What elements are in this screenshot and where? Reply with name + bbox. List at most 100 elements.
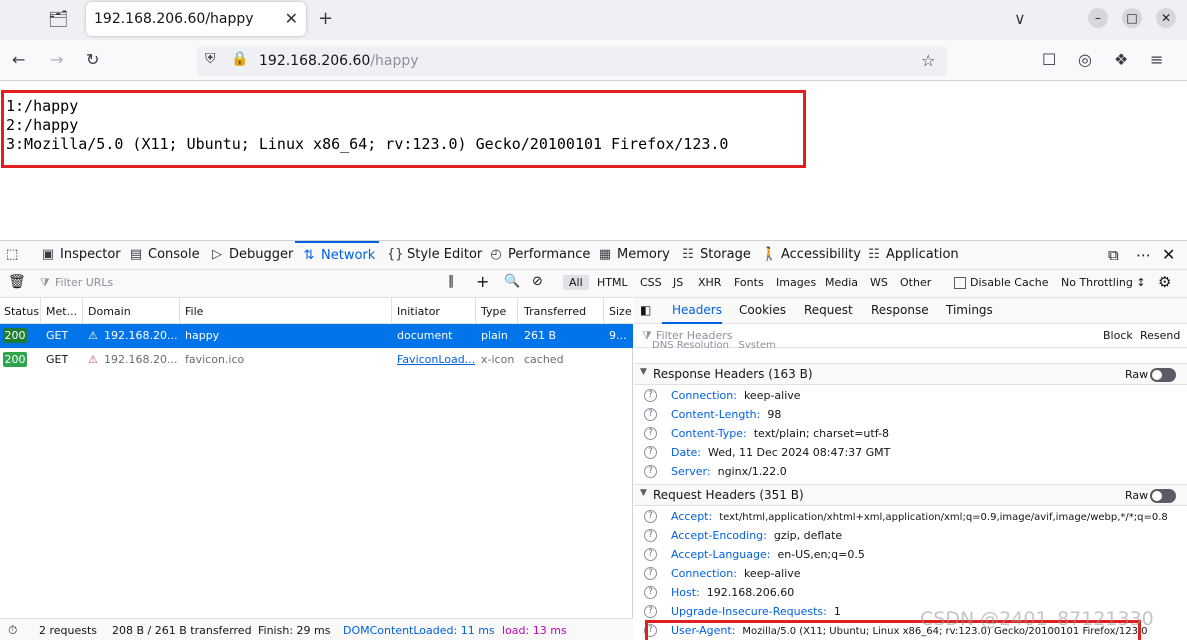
help-icon[interactable]: ? bbox=[644, 548, 657, 561]
filter-urls-input[interactable]: Filter URLs bbox=[55, 276, 113, 289]
url-text[interactable]: 192.168.206.60/happy bbox=[259, 53, 419, 69]
add-request-icon[interactable]: + bbox=[476, 272, 489, 291]
block-icon[interactable]: ⊘ bbox=[532, 274, 543, 289]
type-filter-media[interactable]: Media bbox=[825, 276, 858, 289]
raw-toggle[interactable] bbox=[1150, 489, 1176, 503]
help-icon[interactable]: ? bbox=[644, 586, 657, 599]
forward-icon[interactable]: → bbox=[50, 50, 63, 69]
chevron-down-icon[interactable]: ∨ bbox=[1014, 9, 1026, 28]
tab-headers[interactable]: Headers bbox=[672, 303, 722, 317]
tab-list-icon[interactable]: 🗂 bbox=[48, 9, 68, 28]
tab-memory[interactable]: ▦ Memory bbox=[597, 241, 670, 270]
column-status[interactable]: Status bbox=[4, 305, 39, 318]
request-initiator-link[interactable]: FaviconLoad... bbox=[397, 353, 475, 366]
help-icon[interactable]: ? bbox=[644, 389, 657, 402]
tab-request[interactable]: Request bbox=[804, 303, 853, 317]
stopwatch-icon[interactable]: ⏱ bbox=[8, 623, 17, 638]
column-transferred[interactable]: Transferred bbox=[524, 305, 586, 318]
menu-icon[interactable]: ≡ bbox=[1150, 50, 1163, 69]
column-method[interactable]: Met... bbox=[46, 305, 77, 318]
type-filter-html[interactable]: HTML bbox=[597, 276, 628, 289]
request-headers-section[interactable]: ▼ Request Headers (351 B) Raw bbox=[634, 484, 1187, 506]
close-tab-icon[interactable]: ✕ bbox=[285, 9, 298, 28]
pick-element-icon[interactable]: ⬚ bbox=[6, 241, 18, 270]
search-icon[interactable]: 🔍 bbox=[504, 274, 520, 289]
column-file[interactable]: File bbox=[185, 305, 203, 318]
account-icon[interactable]: ◎ bbox=[1078, 50, 1092, 69]
column-divider[interactable] bbox=[603, 298, 604, 324]
header-row[interactable]: ? Accept: text/html,application/xhtml+xml… bbox=[634, 508, 1187, 527]
column-size[interactable]: Size bbox=[609, 305, 632, 318]
response-headers-section[interactable]: ▼ Response Headers (163 B) Raw bbox=[634, 363, 1187, 385]
type-filter-js[interactable]: JS bbox=[673, 276, 683, 289]
tab-timings[interactable]: Timings bbox=[946, 303, 993, 317]
column-domain[interactable]: Domain bbox=[88, 305, 131, 318]
back-icon[interactable]: ← bbox=[12, 50, 25, 69]
request-row[interactable]: 200 GET ⚠ 192.168.20... happy document p… bbox=[0, 324, 633, 348]
insecure-lock-icon[interactable]: 🔒 bbox=[231, 51, 248, 67]
type-filter-images[interactable]: Images bbox=[776, 276, 816, 289]
header-row[interactable]: ? Host: 192.168.206.60 bbox=[634, 584, 1187, 603]
header-row[interactable]: ? Connection: keep-alive bbox=[634, 387, 1187, 406]
type-filter-all[interactable]: All bbox=[563, 275, 589, 290]
column-divider[interactable] bbox=[179, 298, 180, 324]
column-divider[interactable] bbox=[40, 298, 41, 324]
close-devtools-icon[interactable]: ✕ bbox=[1162, 241, 1175, 270]
tab-performance[interactable]: ◴ Performance bbox=[488, 241, 590, 270]
type-filter-other[interactable]: Other bbox=[900, 276, 931, 289]
header-row[interactable]: ? Date: Wed, 11 Dec 2024 08:47:37 GMT bbox=[634, 444, 1187, 463]
minimize-icon[interactable]: – bbox=[1088, 8, 1108, 28]
help-icon[interactable]: ? bbox=[644, 567, 657, 580]
tab-storage[interactable]: ☷ Storage bbox=[680, 241, 751, 270]
settings-gear-icon[interactable]: ⚙ bbox=[1158, 273, 1171, 291]
type-filter-fonts[interactable]: Fonts bbox=[734, 276, 764, 289]
new-tab-icon[interactable]: + bbox=[318, 8, 333, 29]
throttling-select[interactable]: No Throttling ↕ bbox=[1061, 276, 1146, 289]
help-icon[interactable]: ? bbox=[644, 605, 657, 618]
header-row[interactable]: ? Content-Length: 98 bbox=[634, 406, 1187, 425]
help-icon[interactable]: ? bbox=[644, 465, 657, 478]
help-icon[interactable]: ? bbox=[644, 427, 657, 440]
help-icon[interactable]: ? bbox=[644, 529, 657, 542]
type-filter-ws[interactable]: WS bbox=[870, 276, 888, 289]
more-options-icon[interactable]: ⋯ bbox=[1136, 241, 1151, 270]
disable-cache-checkbox[interactable] bbox=[954, 277, 966, 289]
bookmark-star-icon[interactable]: ☆ bbox=[921, 51, 935, 70]
tab-accessibility[interactable]: 🚶 Accessibility bbox=[761, 241, 861, 270]
help-icon[interactable]: ? bbox=[644, 446, 657, 459]
reload-icon[interactable]: ↻ bbox=[86, 50, 99, 69]
help-icon[interactable]: ? bbox=[644, 510, 657, 523]
raw-toggle[interactable] bbox=[1150, 368, 1176, 382]
tab-inspector[interactable]: ▣ Inspector bbox=[40, 241, 121, 270]
column-divider[interactable] bbox=[475, 298, 476, 324]
tab-console[interactable]: ▤ Console bbox=[128, 241, 200, 270]
collapse-icon[interactable]: ▼ bbox=[640, 367, 647, 377]
dock-icon[interactable]: ⧉ bbox=[1108, 241, 1119, 270]
column-type[interactable]: Type bbox=[481, 305, 506, 318]
tab-network[interactable]: ⇅ Network bbox=[295, 241, 379, 270]
header-row[interactable]: ? Accept-Language: en-US,en;q=0.5 bbox=[634, 546, 1187, 565]
request-row[interactable]: 200 GET ⚠ 192.168.20... favicon.ico Favi… bbox=[0, 348, 633, 372]
url-bar[interactable]: ⛨ 🔒 192.168.206.60/happy ☆ bbox=[197, 46, 947, 76]
tab-cookies[interactable]: Cookies bbox=[739, 303, 786, 317]
tab-style-editor[interactable]: {} Style Editor bbox=[387, 241, 482, 270]
extensions-icon[interactable]: ❖ bbox=[1114, 50, 1128, 69]
tab-response[interactable]: Response bbox=[871, 303, 929, 317]
pocket-icon[interactable]: ☐ bbox=[1042, 50, 1056, 69]
type-filter-xhr[interactable]: XHR bbox=[698, 276, 721, 289]
header-row[interactable]: ? Accept-Encoding: gzip, deflate bbox=[634, 527, 1187, 546]
trash-icon[interactable]: 🗑 bbox=[8, 274, 26, 290]
browser-tab[interactable]: 192.168.206.60/happy ✕ bbox=[86, 2, 306, 36]
help-icon[interactable]: ? bbox=[644, 408, 657, 421]
close-window-icon[interactable]: ✕ bbox=[1156, 8, 1176, 28]
type-filter-css[interactable]: CSS bbox=[640, 276, 662, 289]
column-initiator[interactable]: Initiator bbox=[397, 305, 440, 318]
resend-button[interactable]: Resend bbox=[1140, 329, 1180, 342]
block-button[interactable]: Block bbox=[1103, 329, 1133, 342]
tab-application[interactable]: ☷ Application bbox=[866, 241, 958, 270]
column-divider[interactable] bbox=[82, 298, 83, 324]
tab-debugger[interactable]: ▷ Debugger bbox=[209, 241, 293, 270]
header-row[interactable]: ? Server: nginx/1.22.0 bbox=[634, 463, 1187, 482]
header-row[interactable]: ? Content-Type: text/plain; charset=utf-8 bbox=[634, 425, 1187, 444]
shield-icon[interactable]: ⛨ bbox=[205, 51, 216, 67]
